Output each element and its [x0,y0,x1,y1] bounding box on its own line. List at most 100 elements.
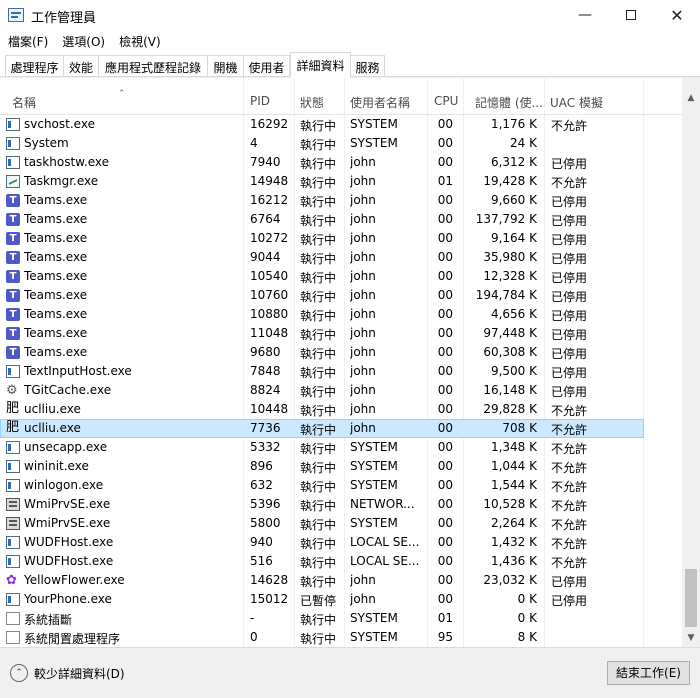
process-cpu: 00 [437,402,453,416]
tab-performance[interactable]: 效能 [64,55,99,77]
process-memory: 10,528 K [483,497,537,511]
close-button[interactable]: ✕ [654,0,700,30]
process-username: SYSTEM [350,440,398,454]
teams-icon: T [6,346,20,359]
process-status: 已暫停 [300,594,337,608]
process-memory: 708 K [502,421,537,435]
column-header-name[interactable]: 名稱 [12,94,36,114]
process-memory: 35,980 K [483,250,537,264]
table-row[interactable]: unsecapp.exe 5332 執行中 SYSTEM 00 1,348 K 不允許 [0,438,682,457]
process-memory: 60,308 K [483,345,537,359]
end-task-button[interactable]: 結束工作(E) [607,661,690,685]
process-pid: 11048 [250,326,289,340]
column-header-pid[interactable]: PID [250,94,270,114]
column-header-status[interactable]: 狀態 [300,94,324,114]
tab-app-history[interactable]: 應用程式歷程記錄 [99,55,208,77]
teams-icon: T [6,308,20,321]
process-username: john [350,250,376,264]
tab-startup[interactable]: 開機 [208,55,244,77]
table-row[interactable]: ⚙ TGitCache.exe 8824 執行中 john 00 16,148 K 已停用 [0,381,682,400]
blank-icon [6,612,20,625]
vertical-scrollbar[interactable]: ▲ ▼ [682,77,700,647]
table-row[interactable]: winlogon.exe 632 執行中 SYSTEM 00 1,544 K 不允許 [0,476,682,495]
process-uac: 不允許 [551,537,588,551]
column-header-username[interactable]: 使用者名稱 [350,94,410,114]
column-header-cpu[interactable]: CPU [434,94,458,114]
process-status: 執行中 [300,442,337,456]
process-pid: 516 [250,554,273,568]
teams-icon: T [6,327,20,340]
process-uac: 不允許 [551,518,588,532]
fewer-details-button[interactable]: ⌃ 較少詳細資料(D) [10,664,125,682]
process-username: john [350,174,376,188]
tab-services[interactable]: 服務 [351,55,385,77]
menu-options[interactable]: 選項(O) [54,30,111,52]
process-uac: 已停用 [551,385,588,399]
process-cpu: 00 [437,364,453,378]
flower-icon: ✿ [6,573,17,588]
window-icon [6,536,20,549]
menu-file[interactable]: 檔案(F) [0,30,54,52]
table-row[interactable]: 系統閒置處理程序 0 執行中 SYSTEM 95 8 K [0,628,682,647]
minimize-button[interactable]: — [562,0,608,30]
table-row[interactable]: T Teams.exe 9680 執行中 john 00 60,308 K 已停用 [0,343,682,362]
table-row[interactable]: 系統插斷 - 執行中 SYSTEM 01 0 K [0,609,682,628]
table-row[interactable]: T Teams.exe 16212 執行中 john 00 9,660 K 已停用 [0,191,682,210]
scroll-down-icon[interactable]: ▼ [682,630,700,647]
process-memory: 29,828 K [483,402,537,416]
table-row[interactable]: 肥 uclliu.exe 10448 執行中 john 00 29,828 K 不允許 [0,400,682,419]
process-uac: 不允許 [551,423,588,437]
process-cpu: 00 [437,535,453,549]
process-cpu: 00 [437,478,453,492]
scrollbar-thumb[interactable] [685,569,697,627]
process-cpu: 00 [437,212,453,226]
maximize-button[interactable] [608,0,654,30]
menu-view[interactable]: 檢視(V) [111,30,167,52]
process-cpu: 00 [437,459,453,473]
process-uac: 不允許 [551,480,588,494]
table-row[interactable]: T Teams.exe 10540 執行中 john 00 12,328 K 已停用 [0,267,682,286]
table-row[interactable]: TextInputHost.exe 7848 執行中 john 00 9,500 K 已停用 [0,362,682,381]
table-row[interactable]: T Teams.exe 10272 執行中 john 00 9,164 K 已停用 [0,229,682,248]
process-memory: 1,348 K [490,440,537,454]
table-row[interactable]: wininit.exe 896 執行中 SYSTEM 00 1,044 K 不允許 [0,457,682,476]
process-name: Teams.exe [24,326,88,340]
table-row[interactable]: T Teams.exe 10880 執行中 john 00 4,656 K 已停用 [0,305,682,324]
tab-users[interactable]: 使用者 [244,55,290,77]
window-icon [6,593,20,606]
table-row[interactable]: T Teams.exe 6764 執行中 john 00 137,792 K 已停用 [0,210,682,229]
table-row[interactable]: WmiPrvSE.exe 5396 執行中 NETWOR... 00 10,528 K 不允… [0,495,682,514]
table-row[interactable]: 肥 uclliu.exe 7736 執行中 john 00 708 K 不允許 [0,419,644,438]
process-status: 執行中 [300,366,337,380]
tab-processes[interactable]: 處理程序 [5,55,64,77]
table-row[interactable]: T Teams.exe 9044 執行中 john 00 35,980 K 已停用 [0,248,682,267]
process-status: 執行中 [300,119,337,133]
table-row[interactable]: Taskmgr.exe 14948 執行中 john 01 19,428 K 不允許 [0,172,682,191]
process-username: SYSTEM [350,630,398,644]
table-row[interactable]: YourPhone.exe 15012 已暫停 john 00 0 K 已停用 [0,590,682,609]
table-row[interactable]: T Teams.exe 10760 執行中 john 00 194,784 K 已停用 [0,286,682,305]
table-row[interactable]: taskhostw.exe 7940 執行中 john 00 6,312 K 已停用 [0,153,682,172]
process-pid: 4 [250,136,258,150]
table-row[interactable]: T Teams.exe 11048 執行中 john 00 97,448 K 已停用 [0,324,682,343]
scroll-up-icon[interactable]: ▲ [682,90,700,107]
process-username: john [350,231,376,245]
table-row[interactable]: WmiPrvSE.exe 5800 執行中 SYSTEM 00 2,264 K 不允許 [0,514,682,533]
tab-details[interactable]: 詳細資料 [290,52,351,78]
uclliu-icon: 肥 [6,420,20,435]
process-uac: 已停用 [551,195,588,209]
process-status: 執行中 [300,423,337,437]
process-name: WUDFHost.exe [24,535,114,549]
table-row[interactable]: System 4 執行中 SYSTEM 00 24 K [0,134,682,153]
table-row[interactable]: WUDFHost.exe 516 執行中 LOCAL SE... 00 1,436 K 不允… [0,552,682,571]
teams-icon: T [6,270,20,283]
column-header-uac[interactable]: UAC 模擬 [550,94,603,114]
table-row[interactable]: ✿ YellowFlower.exe 14628 執行中 john 00 23,032 K 已… [0,571,682,590]
process-pid: 7848 [250,364,281,378]
column-header-memory[interactable]: 記憶體 (使... [475,94,543,114]
process-uac: 已停用 [551,233,588,247]
process-username: SYSTEM [350,117,398,131]
process-cpu: 00 [437,136,453,150]
table-row[interactable]: svchost.exe 16292 執行中 SYSTEM 00 1,176 K 不允許 [0,115,682,134]
table-row[interactable]: WUDFHost.exe 940 執行中 LOCAL SE... 00 1,432 K 不允… [0,533,682,552]
